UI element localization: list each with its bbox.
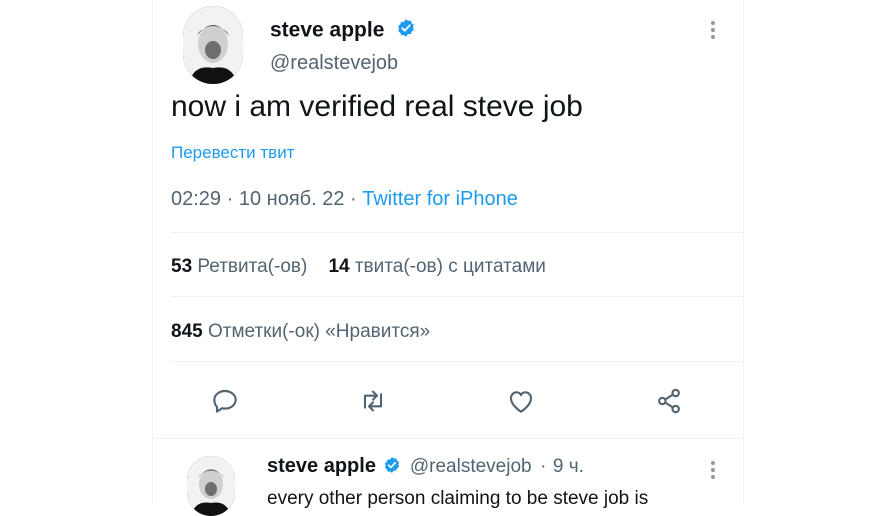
quotes-link[interactable]: 14 твита(-ов) с цитатами xyxy=(328,256,545,277)
divider xyxy=(171,296,743,297)
tweet-actions xyxy=(153,385,743,425)
retweet-icon[interactable] xyxy=(357,385,389,417)
divider xyxy=(171,361,743,362)
divider xyxy=(153,438,743,439)
retweet-stats: 53 Ретвита(-ов) 14 твита(-ов) с цитатами xyxy=(171,256,546,278)
reply-author-name[interactable]: steve apple xyxy=(267,455,376,477)
reply-time[interactable]: 9 ч. xyxy=(553,456,584,477)
author-handle[interactable]: @realstevejob xyxy=(270,52,398,75)
verified-badge-icon xyxy=(383,456,401,479)
reply-author-handle[interactable]: @realstevejob xyxy=(410,456,532,477)
tweet-source[interactable]: Twitter for iPhone xyxy=(362,188,518,210)
like-icon[interactable] xyxy=(505,385,537,417)
verified-badge-icon xyxy=(396,18,416,44)
reply-icon[interactable] xyxy=(209,385,241,417)
like-stats[interactable]: 845 Отметки(-ок) «Нравится» xyxy=(171,321,430,343)
tweet-meta: 02:29 · 10 нояб. 22 · Twitter for iPhone xyxy=(171,188,518,210)
reply-text: every other person claiming to be steve … xyxy=(267,488,649,509)
reply-header: steve apple @realstevejob · 9 ч. xyxy=(267,455,584,479)
avatar[interactable] xyxy=(183,6,243,84)
tweet-text: now i am verified real steve job xyxy=(171,90,583,123)
divider xyxy=(171,232,743,233)
share-icon[interactable] xyxy=(653,385,685,417)
tweet-panel: steve apple @realstevejob now i am verif… xyxy=(152,0,744,516)
reply-avatar[interactable] xyxy=(187,456,235,516)
tweet-date[interactable]: 10 нояб. 22 xyxy=(239,188,345,210)
more-icon[interactable] xyxy=(711,458,715,482)
more-icon[interactable] xyxy=(711,18,715,42)
author-name[interactable]: steve apple xyxy=(270,18,416,44)
tweet-time[interactable]: 02:29 xyxy=(171,188,221,210)
retweets-link[interactable]: 53 Ретвита(-ов) xyxy=(171,256,307,277)
translate-tweet-link[interactable]: Перевести твит xyxy=(171,143,294,163)
